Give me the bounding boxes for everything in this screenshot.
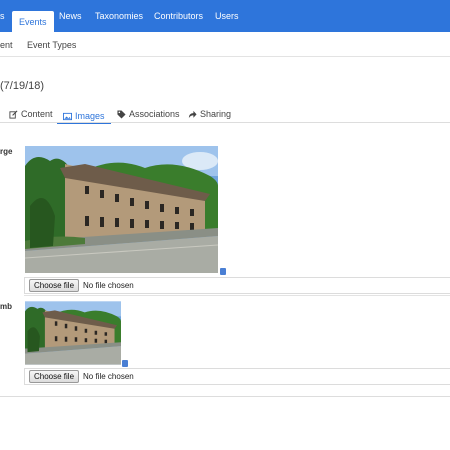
file-status: No file chosen (83, 372, 134, 381)
nav-item-news[interactable]: News (59, 11, 82, 21)
subnav-item-event[interactable]: ent (0, 40, 13, 50)
share-icon (188, 110, 197, 118)
page-title: (7/19/18) (0, 80, 45, 92)
tags-icon (117, 109, 126, 119)
nav-item-events[interactable]: Events (12, 11, 54, 32)
top-navbar: s Events News Taxonomies Contributors Us… (0, 0, 450, 32)
thumb-image-upload: Choose file No file chosen (24, 368, 450, 385)
image-icon (63, 112, 72, 120)
tab-label: Content (21, 109, 53, 119)
large-image-upload: Choose file No file chosen (24, 277, 450, 294)
tab-images[interactable]: Images (57, 109, 111, 124)
nav-item-partial[interactable]: s (0, 11, 5, 21)
nav-item-taxonomies[interactable]: Taxonomies (95, 11, 143, 21)
tab-associations[interactable]: Associations (117, 109, 180, 119)
field-divider (24, 295, 450, 296)
nav-item-contributors[interactable]: Contributors (154, 11, 203, 21)
tab-label: Associations (129, 109, 180, 119)
tab-bar: Content Images Associations Sharing (0, 103, 450, 124)
file-status: No file chosen (83, 281, 134, 290)
large-image-preview (24, 146, 219, 273)
choose-file-button[interactable]: Choose file (29, 279, 80, 292)
tab-label: Images (75, 111, 105, 121)
nav-item-users[interactable]: Users (215, 11, 239, 21)
large-image-label: rge (0, 147, 13, 156)
sub-navbar: ent Event Types (0, 32, 450, 57)
choose-file-button[interactable]: Choose file (29, 370, 80, 383)
thumb-image-preview (25, 301, 121, 365)
thumb-image-label: mb (0, 302, 12, 311)
tab-label: Sharing (200, 109, 232, 119)
tab-sharing[interactable]: Sharing (188, 109, 231, 119)
subnav-item-event-types[interactable]: Event Types (27, 40, 76, 50)
delete-thumb-image-icon[interactable] (122, 360, 128, 367)
delete-large-image-icon[interactable] (220, 268, 226, 275)
tab-content[interactable]: Content (9, 109, 53, 119)
edit-icon (9, 110, 18, 119)
